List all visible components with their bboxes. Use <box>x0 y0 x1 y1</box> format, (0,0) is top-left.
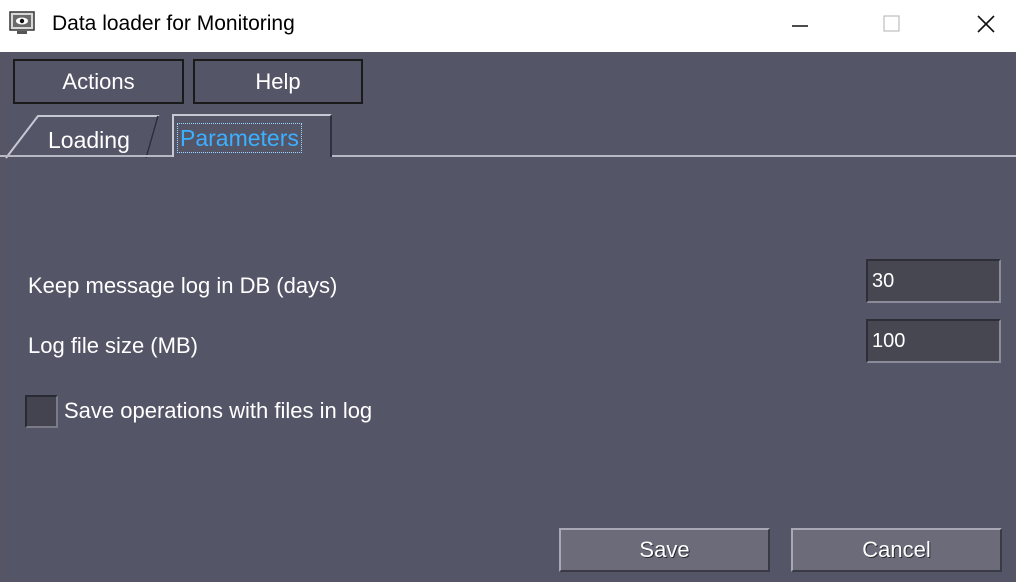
maximize-icon <box>882 14 902 39</box>
tab-parameters-label[interactable]: Parameters <box>177 123 302 153</box>
help-menu-button[interactable]: Help <box>193 59 363 104</box>
save-operations-label[interactable]: Save operations with files in log <box>64 397 372 425</box>
minimize-icon <box>790 14 810 39</box>
log-size-label: Log file size (MB) <box>28 333 198 358</box>
save-button[interactable]: Save <box>559 528 770 572</box>
close-button[interactable] <box>956 0 1016 52</box>
minimize-button[interactable] <box>770 0 830 52</box>
close-icon <box>976 14 996 39</box>
cancel-button[interactable]: Cancel <box>791 528 1002 572</box>
tab-strip <box>5 115 160 159</box>
tab-divider <box>0 155 1016 157</box>
keep-log-label: Keep message log in DB (days) <box>28 273 338 298</box>
log-file-size-input[interactable] <box>866 319 1001 363</box>
tab-loading[interactable]: Loading <box>48 126 130 154</box>
save-operations-checkbox[interactable] <box>25 395 58 428</box>
title-bar: Data loader for Monitoring <box>0 0 1016 52</box>
actions-menu-button[interactable]: Actions <box>13 59 184 104</box>
app-monitor-icon <box>9 11 35 35</box>
keep-log-days-input[interactable] <box>866 259 1001 303</box>
maximize-button[interactable] <box>862 0 922 52</box>
window-title: Data loader for Monitoring <box>52 12 295 35</box>
client-area: Actions Help Loading Parameters Keep mes… <box>0 52 1016 582</box>
